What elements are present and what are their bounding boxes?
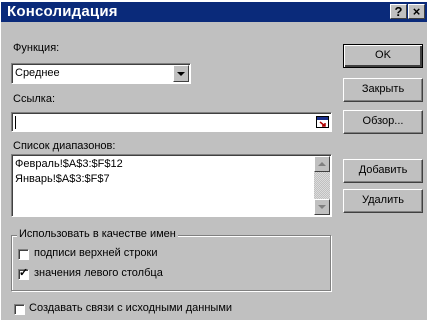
chevron-down-icon[interactable] xyxy=(173,65,189,82)
delete-button[interactable]: Удалить xyxy=(343,189,423,213)
left-column-checkbox[interactable] xyxy=(18,267,29,280)
left-column-label[interactable]: значения левого столбца xyxy=(34,267,163,279)
use-labels-group: Использовать в качестве имен подписи вер… xyxy=(11,228,331,291)
create-links-checkbox[interactable] xyxy=(14,304,25,315)
ranges-label: Список диапазонов: xyxy=(13,140,116,152)
list-item[interactable]: Январь!$A$3:$F$7 xyxy=(15,173,110,185)
scroll-up-icon[interactable] xyxy=(314,156,330,172)
help-icon: ? xyxy=(394,4,403,19)
close-button[interactable]: Закрыть xyxy=(343,78,423,102)
title-bar[interactable]: Консолидация ? × xyxy=(1,2,427,22)
scroll-down-icon[interactable] xyxy=(314,199,330,215)
close-window-button[interactable]: × xyxy=(408,4,425,19)
list-item[interactable]: Февраль!$A$3:$F$12 xyxy=(15,158,123,170)
ok-button[interactable]: OK xyxy=(343,44,423,68)
browse-button[interactable]: Обзор... xyxy=(343,110,423,134)
function-label: Функция: xyxy=(13,42,60,54)
top-row-label[interactable]: подписи верхней строки xyxy=(34,247,158,259)
create-links-label[interactable]: Создавать связи с исходными данными xyxy=(29,302,232,314)
top-row-checkbox[interactable] xyxy=(18,249,29,260)
text-cursor xyxy=(15,116,16,129)
group-title: Использовать в качестве имен xyxy=(17,228,178,240)
ranges-list[interactable]: Февраль!$A$3:$F$12 Январь!$A$3:$F$7 xyxy=(11,154,332,217)
reference-label: Ссылка: xyxy=(13,93,55,105)
collapse-dialog-icon[interactable] xyxy=(316,116,329,128)
function-value: Среднее xyxy=(15,67,60,79)
window-title: Консолидация xyxy=(7,3,118,20)
reference-input[interactable] xyxy=(11,112,332,132)
help-button[interactable]: ? xyxy=(390,4,407,19)
close-icon: × xyxy=(412,4,421,19)
ranges-scrollbar[interactable] xyxy=(314,156,330,215)
add-button[interactable]: Добавить xyxy=(343,159,423,183)
consolidate-dialog: Консолидация ? × Функция: Среднее Ссылка… xyxy=(0,2,427,320)
function-select[interactable]: Среднее xyxy=(11,63,191,84)
